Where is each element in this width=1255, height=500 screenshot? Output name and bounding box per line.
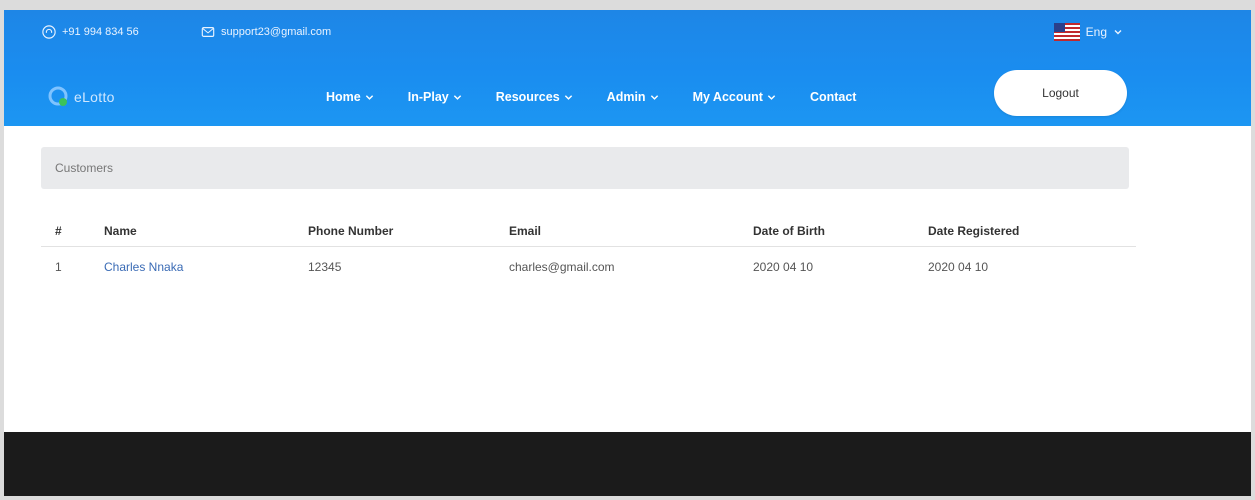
nav-item-my-account[interactable]: My Account xyxy=(693,90,776,104)
customer-email: charles@gmail.com xyxy=(509,260,615,274)
phone-number: +91 994 834 56 xyxy=(62,26,139,38)
language-selector[interactable]: Eng xyxy=(1053,23,1123,41)
caret-down-icon xyxy=(1114,30,1122,35)
row-number: 1 xyxy=(55,260,62,274)
support-email: support23@gmail.com xyxy=(221,26,332,38)
nav-item-label: My Account xyxy=(692,90,763,104)
main-menu: Home In-Play Resources Admin My Account xyxy=(326,68,890,126)
chevron-down-icon xyxy=(767,94,776,100)
column-header-email: Email xyxy=(509,224,542,238)
site-footer xyxy=(4,432,1251,496)
email-contact[interactable]: support23@gmail.com xyxy=(201,25,331,39)
nav-item-label: Admin xyxy=(606,90,646,104)
logo-icon xyxy=(48,86,68,106)
phone-contact[interactable]: +91 994 834 56 xyxy=(42,25,139,39)
language-label: Eng xyxy=(1085,25,1107,39)
column-header-name: Name xyxy=(104,224,137,238)
nav-item-in-play[interactable]: In-Play xyxy=(408,90,462,104)
nav-item-home[interactable]: Home xyxy=(326,90,374,104)
nav-item-label: In-Play xyxy=(407,90,449,104)
column-header-registered: Date Registered xyxy=(928,224,1020,238)
chevron-down-icon xyxy=(564,94,572,100)
site-logo[interactable]: eLotto xyxy=(48,86,115,108)
breadcrumb-current: Customers xyxy=(55,161,114,175)
headset-icon xyxy=(42,25,56,39)
column-header-number: # xyxy=(55,224,62,238)
column-header-dob: Date of Birth xyxy=(753,224,825,238)
customer-registered: 2020 04 10 xyxy=(928,260,989,274)
nav-item-admin[interactable]: Admin xyxy=(607,90,659,104)
logo-text: eLotto xyxy=(74,89,115,105)
us-flag-icon xyxy=(1053,23,1080,41)
page-frame: +91 994 834 56 support23@gmail.com Eng e… xyxy=(4,10,1251,496)
chevron-down-icon xyxy=(453,94,461,100)
mail-icon xyxy=(201,27,215,37)
main-navbar: eLotto Home In-Play Resources Admin My A… xyxy=(4,68,1251,126)
site-header: +91 994 834 56 support23@gmail.com Eng e… xyxy=(4,10,1251,126)
nav-item-label: Home xyxy=(326,90,361,104)
chevron-down-icon xyxy=(650,94,658,100)
top-bar: +91 994 834 56 support23@gmail.com Eng xyxy=(4,10,1251,58)
customers-table: # Name Phone Number Email Date of Birth … xyxy=(41,216,1136,293)
customer-phone: 12345 xyxy=(308,260,342,274)
nav-item-label: Resources xyxy=(495,90,560,104)
column-header-phone: Phone Number xyxy=(308,224,394,238)
nav-item-resources[interactable]: Resources xyxy=(496,90,573,104)
table-row[interactable]: 1 Charles Nnaka 12345 charles@gmail.com … xyxy=(41,247,1136,293)
breadcrumb: Customers xyxy=(41,147,1129,189)
table-header-row: # Name Phone Number Email Date of Birth … xyxy=(41,216,1136,247)
customer-name[interactable]: Charles Nnaka xyxy=(104,260,183,274)
chevron-down-icon xyxy=(365,94,373,100)
logout-button[interactable]: Logout xyxy=(994,70,1127,116)
nav-item-contact[interactable]: Contact xyxy=(810,90,857,104)
customer-dob: 2020 04 10 xyxy=(753,260,814,274)
nav-item-label: Contact xyxy=(809,90,857,104)
